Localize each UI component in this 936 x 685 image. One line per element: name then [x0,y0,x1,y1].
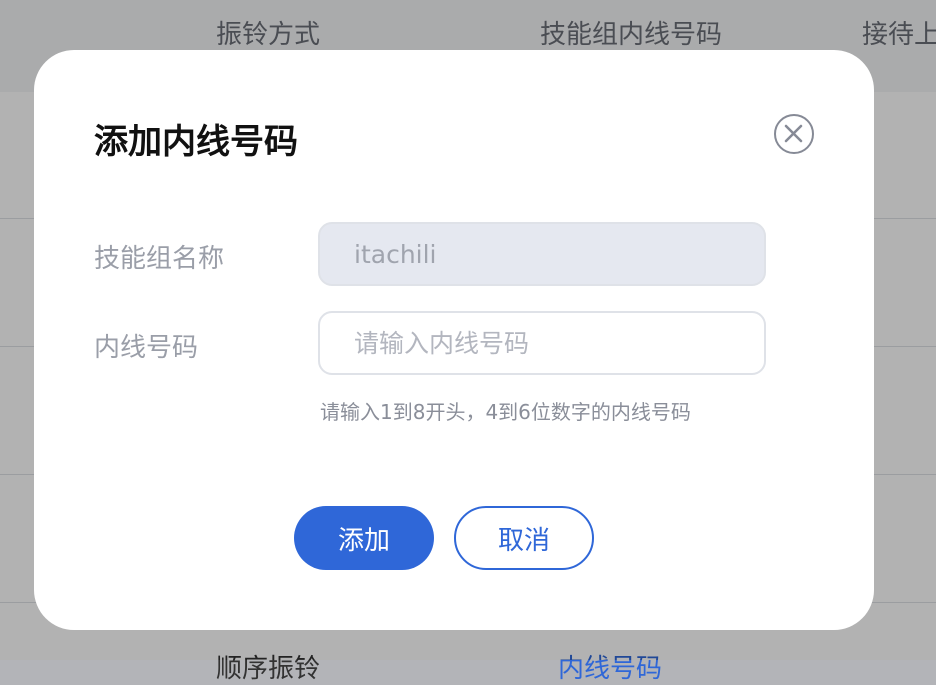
skill-group-name-field: itachili [318,222,766,286]
extension-number-label: 内线号码 [94,333,199,363]
close-icon[interactable] [774,114,814,154]
add-extension-dialog: 添加内线号码 技能组名称 itachili 内线号码 请输入1到8开头，4到6位… [34,50,874,630]
skill-group-name-label: 技能组名称 [94,244,225,274]
dialog-title: 添加内线号码 [94,122,298,162]
add-button[interactable]: 添加 [294,506,434,570]
extension-number-input[interactable] [318,311,766,375]
extension-number-hint: 请输入1到8开头，4到6位数字的内线号码 [320,400,691,424]
cancel-button[interactable]: 取消 [454,506,594,570]
